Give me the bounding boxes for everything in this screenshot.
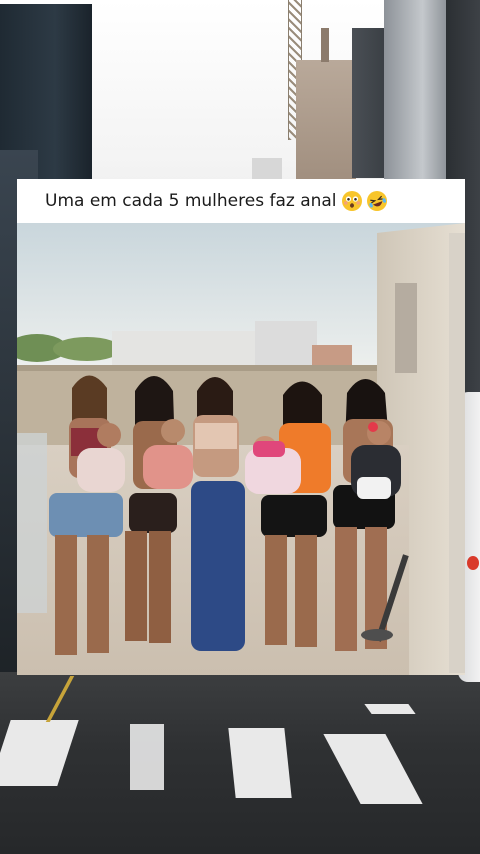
group-photo-illustration xyxy=(17,223,465,675)
crosswalk-stripe xyxy=(130,724,164,790)
caption-text: Uma em cada 5 mulheres faz anal xyxy=(45,191,337,211)
laughing-face-emoji-icon xyxy=(366,191,387,211)
small-building xyxy=(252,158,282,180)
caption-bar: Uma em cada 5 mulheres faz anal xyxy=(17,179,465,223)
crosswalk-stripe xyxy=(228,728,292,798)
crosswalk-stripe xyxy=(364,704,416,714)
right-building xyxy=(352,28,386,178)
vehicle-tail-light xyxy=(467,556,479,570)
post-photo xyxy=(17,223,465,675)
flushed-face-emoji-icon xyxy=(341,191,362,211)
building-spire xyxy=(321,28,329,62)
historic-building xyxy=(296,60,356,180)
video-frame: Uma em cada 5 mulheres faz anal xyxy=(0,0,480,854)
